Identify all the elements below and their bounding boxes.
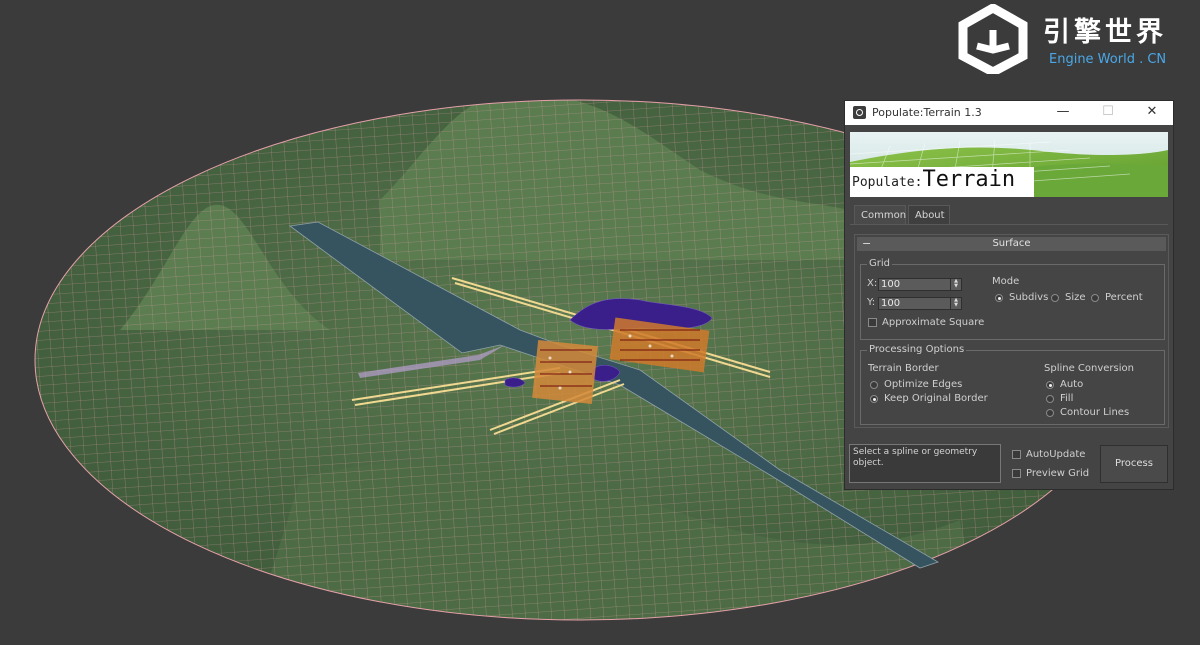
mode-subdivs-label: Subdivs [1009,292,1049,303]
grid-x-label: X: [867,278,878,289]
preview-grid-label: Preview Grid [1026,468,1090,479]
populate-terrain-dialog: Populate:Terrain 1.3 — ☐ ✕ Populate:Terr… [844,100,1174,490]
terrain-border-label: Terrain Border [868,363,939,374]
mode-label: Mode [992,276,1020,287]
spline-fill-radio[interactable] [1046,395,1054,403]
spline-fill-label: Fill [1060,393,1074,404]
optimize-edges-label: Optimize Edges [884,379,963,390]
tab-about[interactable]: About [908,205,950,225]
approx-square-label: Approximate Square [882,317,985,328]
tab-divider [850,224,1168,225]
preview-grid-checkbox[interactable] [1012,469,1021,478]
collapse-icon[interactable]: − [862,237,871,251]
banner-name: Terrain [922,167,1016,192]
auto-update-checkbox[interactable] [1012,450,1021,459]
engine-world-logo-icon [958,4,1028,74]
mode-size-label: Size [1065,292,1086,303]
surface-rollout-header[interactable]: Surface − [857,237,1166,251]
spline-auto-radio[interactable] [1046,381,1054,389]
processing-group-label: Processing Options [867,344,967,356]
banner-prefix: Populate: [852,175,923,190]
close-button[interactable]: ✕ [1141,103,1163,121]
minimize-button[interactable]: — [1052,103,1074,121]
window-title: Populate:Terrain 1.3 [872,106,982,119]
keep-original-border-label: Keep Original Border [884,393,988,404]
keep-original-border-radio[interactable] [870,395,878,403]
grid-group: Grid X: 100 ▲ ▼ Y: 100 ▲ ▼ Approximate Squ… [860,258,1165,340]
optimize-edges-radio[interactable] [870,381,878,389]
app-icon [853,106,866,119]
grid-y-spinner[interactable]: 100 ▲ ▼ [878,297,962,310]
grid-y-value: 100 [881,298,901,309]
auto-update-label: AutoUpdate [1026,449,1086,460]
brand-name-cn: 引擎世界 [1043,17,1167,48]
tab-common[interactable]: Common [854,205,906,225]
brand-watermark: 引擎世界 Engine World . CN [955,4,1195,74]
spinner-arrows-icon[interactable]: ▲ ▼ [950,298,961,309]
rollout-title: Surface [992,238,1031,249]
spline-conversion-label: Spline Conversion [1044,363,1134,374]
spline-auto-label: Auto [1060,379,1084,390]
grid-y-label: Y: [867,297,876,308]
mode-percent-label: Percent [1105,292,1143,303]
window-titlebar[interactable]: Populate:Terrain 1.3 — ☐ ✕ [845,101,1173,125]
maximize-button[interactable]: ☐ [1097,103,1119,121]
banner-image: Populate:Terrain [850,132,1168,197]
spline-contour-lines-label: Contour Lines [1060,407,1130,418]
mode-subdivs-radio[interactable] [995,294,1003,302]
mode-size-radio[interactable] [1051,294,1059,302]
grid-x-value: 100 [881,279,901,290]
approx-square-checkbox[interactable] [868,318,877,327]
spinner-arrows-icon[interactable]: ▲ ▼ [950,279,961,290]
grid-x-spinner[interactable]: 100 ▲ ▼ [878,278,962,291]
brand-name-en: Engine World . CN [1049,52,1167,67]
status-message: Select a spline or geometry object. [849,444,1001,483]
processing-options-group: Processing Options Terrain Border Optimi… [860,344,1165,425]
grid-group-label: Grid [867,258,892,270]
process-button[interactable]: Process [1100,445,1168,483]
surface-rollout: Surface − Grid X: 100 ▲ ▼ Y: 100 ▲ ▼ Appro… [854,234,1169,428]
mode-percent-radio[interactable] [1091,294,1099,302]
spline-contour-lines-radio[interactable] [1046,409,1054,417]
